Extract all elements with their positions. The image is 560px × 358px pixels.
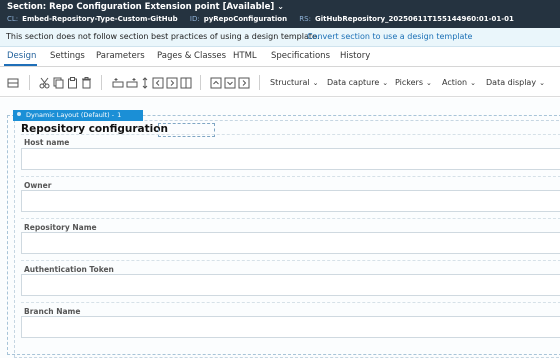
field-label-repository-name: Repository Name: [24, 223, 97, 232]
rule-title: Section: Repo Configuration Extension po…: [7, 2, 284, 12]
tab-pages-classes[interactable]: Pages & Classes: [157, 51, 226, 61]
tab-settings[interactable]: Settings: [50, 51, 85, 61]
authentication-token-input[interactable]: [21, 274, 560, 296]
layout-grid-icon[interactable]: [7, 77, 19, 93]
field-label-owner: Owner: [24, 181, 52, 190]
host-name-input[interactable]: [21, 148, 560, 170]
convert-template-link[interactable]: Convert section to use a design template: [307, 32, 472, 41]
layout-handle-icon[interactable]: [17, 112, 21, 116]
chevron-down-icon: ⌄: [470, 79, 476, 87]
merge-right-icon[interactable]: [166, 77, 178, 93]
insert-column-icon[interactable]: [126, 77, 138, 93]
branch-name-input[interactable]: [21, 316, 560, 338]
dynamic-layout-tag[interactable]: Dynamic Layout (Default) -1: [13, 110, 143, 121]
meta-class-key: CL:: [7, 15, 19, 23]
tab-specifications[interactable]: Specifications: [271, 51, 330, 61]
toolbar-divider: [200, 75, 201, 90]
layout-tag-index: 1: [117, 111, 122, 119]
tab-design[interactable]: Design: [7, 51, 36, 61]
best-practice-notice: This section does not follow section bes…: [0, 28, 560, 47]
design-canvas: Dynamic Layout (Default) -1 Repository c…: [0, 98, 560, 358]
toolbar-divider: [259, 75, 260, 90]
pickers-menu[interactable]: Pickers ⌄: [395, 78, 432, 87]
rule-tabs: Design Settings Parameters Pages & Class…: [0, 47, 560, 67]
align-left-icon[interactable]: [210, 77, 222, 93]
chevron-down-icon: ⌄: [382, 79, 389, 87]
field-label-branch-name: Branch Name: [24, 307, 81, 316]
move-up-down-icon[interactable]: [141, 77, 149, 93]
merge-left-icon[interactable]: [152, 77, 164, 93]
insert-row-icon[interactable]: [112, 77, 124, 93]
toolbar-divider: [101, 75, 102, 90]
rule-header: Section: Repo Configuration Extension po…: [0, 0, 560, 28]
toolbar-divider: [29, 75, 30, 90]
repository-name-input[interactable]: [21, 232, 560, 254]
meta-id-key: ID:: [189, 15, 200, 23]
tab-html[interactable]: HTML: [233, 51, 257, 61]
align-center-icon[interactable]: [224, 77, 236, 93]
paste-icon[interactable]: [67, 77, 78, 93]
align-right-icon[interactable]: [238, 77, 250, 93]
field-label-authentication-token: Authentication Token: [24, 265, 114, 274]
notice-message: This section does not follow section bes…: [6, 32, 320, 41]
split-cell-icon[interactable]: [180, 77, 192, 93]
tab-parameters[interactable]: Parameters: [96, 51, 145, 61]
meta-ruleset-value[interactable]: GitHubRepository_20250611T155144960:01-0…: [315, 15, 514, 23]
chevron-down-icon: ⌄: [539, 79, 545, 87]
meta-class-value[interactable]: Embed-Repository-Type-Custom-GitHub: [22, 15, 177, 23]
rule-meta: CL: Embed-Repository-Type-Custom-GitHub I…: [7, 15, 514, 23]
design-toolbar: Structural ⌄ Data capture ⌄ Pickers ⌄ Actio…: [0, 68, 560, 97]
tab-history[interactable]: History: [340, 51, 370, 61]
chevron-down-icon: ⌄: [312, 79, 319, 87]
delete-icon[interactable]: [81, 77, 92, 93]
data-capture-menu[interactable]: Data capture ⌄: [327, 78, 388, 87]
data-display-menu-label: Data display: [486, 78, 537, 87]
active-tab-indicator: [4, 64, 37, 66]
copy-icon[interactable]: [53, 77, 64, 93]
structural-menu-label: Structural: [270, 78, 310, 87]
data-display-menu[interactable]: Data display ⌄: [486, 78, 545, 87]
meta-id-value: pyRepoConfiguration: [203, 15, 288, 23]
cut-icon[interactable]: [39, 77, 50, 93]
pickers-menu-label: Pickers: [395, 78, 423, 87]
meta-ruleset-key: RS:: [299, 15, 311, 23]
chevron-down-icon: ⌄: [426, 79, 432, 87]
action-menu-label: Action: [442, 78, 468, 87]
section-editor-window: Section: Repo Configuration Extension po…: [0, 0, 560, 358]
rule-title-text: Section: Repo Configuration Extension po…: [7, 2, 275, 12]
field-label-host-name: Host name: [24, 138, 70, 147]
action-menu[interactable]: Action ⌄: [442, 78, 476, 87]
data-capture-menu-label: Data capture: [327, 78, 380, 87]
structural-menu[interactable]: Structural ⌄: [270, 78, 318, 87]
chevron-down-icon[interactable]: ⌄: [277, 2, 284, 11]
layout-tag-label: Dynamic Layout (Default) -: [26, 111, 115, 119]
owner-input[interactable]: [21, 190, 560, 212]
